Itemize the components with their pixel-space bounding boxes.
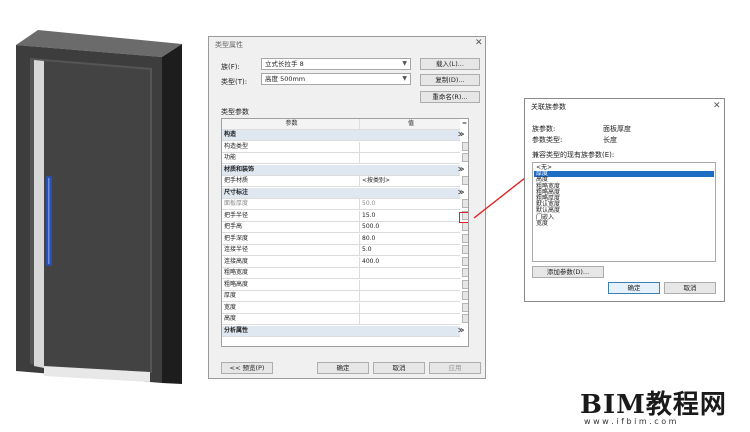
family-param-label: 族参数: [532,125,556,133]
assoc-cancel-button[interactable]: 取消 [664,282,716,294]
list-item[interactable]: 厚度 [534,171,714,178]
param-type-label: 参数类型: [532,136,563,144]
dialog-title: 关联族参数 [531,103,566,111]
list-item[interactable]: 宽度 [536,220,548,227]
compatible-params-list[interactable]: <无> 厚度 高度 粗略宽度 粗略高度 粗略厚度 默认宽度 默认高度 门嵌入 宽度 [532,162,716,262]
param-type-value: 长度 [603,136,617,144]
watermark-url: w w w . i f b i m . c o m [584,417,677,426]
assoc-ok-button[interactable]: 确定 [608,282,660,294]
watermark-title: BIM教程网 [580,390,727,420]
family-param-value: 面板厚度 [603,125,631,133]
close-icon[interactable]: ✕ [713,102,721,111]
add-param-button[interactable]: 添加参数(D)... [532,266,604,278]
compatible-params-label: 兼容类型的现有族参数(E): [532,151,615,159]
